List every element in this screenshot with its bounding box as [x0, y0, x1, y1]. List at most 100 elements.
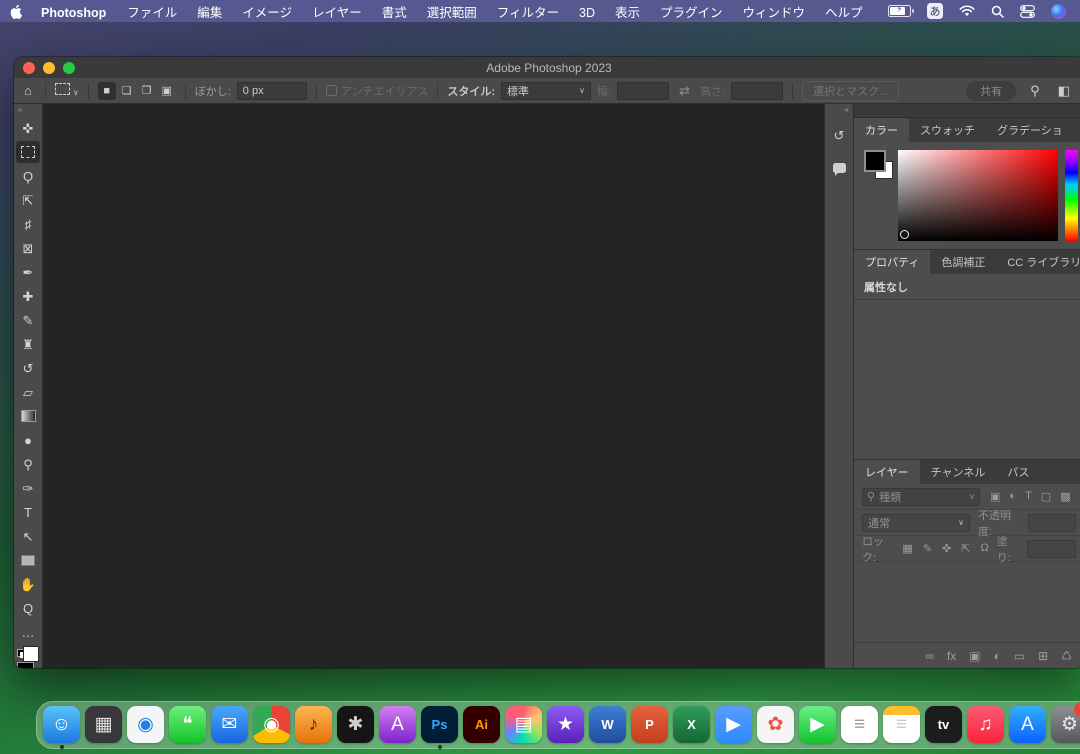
saturation-brightness-field[interactable] — [898, 150, 1058, 241]
menu-image[interactable]: イメージ — [232, 6, 302, 20]
healing-brush-tool[interactable]: ✚ — [16, 285, 40, 307]
input-source-icon[interactable]: あ — [927, 3, 943, 19]
dock-finder[interactable]: ☺ — [43, 706, 81, 744]
marquee-tool[interactable] — [16, 141, 40, 163]
color-panel-swatches[interactable] — [864, 150, 894, 180]
panels-collapse-icon[interactable]: « — [845, 104, 853, 116]
zoom-window-button[interactable] — [63, 62, 75, 74]
pen-tool[interactable]: ✑ — [16, 477, 40, 499]
siri-icon[interactable] — [1051, 4, 1066, 19]
lock-paint-icon[interactable]: ✎ — [923, 542, 932, 555]
tab-swatches[interactable]: スウォッチ — [909, 118, 986, 142]
frame-tool[interactable]: ⊠ — [16, 237, 40, 259]
minimize-window-button[interactable] — [43, 62, 55, 74]
zoom-tool[interactable]: Q — [16, 597, 40, 619]
lasso-tool[interactable]: Ϙ — [16, 165, 40, 187]
dodge-tool[interactable]: ⚲ — [16, 453, 40, 475]
lock-position-icon[interactable]: ✜ — [942, 542, 951, 555]
filter-shape-layers-icon[interactable]: ▢ — [1041, 490, 1051, 503]
hand-tool[interactable]: ✋ — [16, 573, 40, 595]
dock-excel[interactable]: X — [673, 706, 711, 744]
type-tool[interactable]: T — [16, 501, 40, 523]
comments-panel-icon[interactable] — [828, 156, 850, 180]
eraser-tool[interactable]: ▱ — [16, 381, 40, 403]
dock-launchpad[interactable]: ▦ — [85, 706, 123, 744]
layer-filter-search[interactable]: ⚲ 種類 ∨ — [862, 488, 980, 506]
new-group-icon[interactable]: ▭ — [1014, 649, 1025, 663]
battery-icon[interactable]: ⚡ — [888, 5, 911, 17]
dock-affinity-photo[interactable]: A — [379, 706, 417, 744]
tab-gradients[interactable]: グラデーショ — [986, 118, 1074, 142]
dock-word[interactable]: W — [589, 706, 627, 744]
dock-app-store[interactable]: A — [1009, 706, 1047, 744]
dock-notes[interactable]: ≡ — [883, 706, 921, 744]
dock-imovie[interactable]: ★ — [547, 706, 585, 744]
search-icon[interactable]: ⚲ — [1026, 83, 1044, 99]
menu-filter[interactable]: フィルター — [487, 6, 569, 20]
dock-mail[interactable]: ✉ — [211, 706, 249, 744]
dock-photos[interactable]: ✿ — [757, 706, 795, 744]
select-and-mask-button[interactable]: 選択とマスク... — [802, 81, 899, 101]
menu-3d[interactable]: 3D — [569, 6, 605, 20]
dock-illustrator[interactable]: Ai — [463, 706, 501, 744]
dock-photoshop[interactable]: Ps — [421, 706, 459, 744]
spotlight-search-icon[interactable] — [991, 5, 1004, 18]
tab-paths[interactable]: パス — [996, 460, 1040, 484]
lock-transparency-icon[interactable]: ▦ — [902, 542, 912, 555]
control-center-icon[interactable] — [1020, 5, 1035, 18]
blur-tool[interactable]: ● — [16, 429, 40, 451]
eyedropper-tool[interactable]: ✒ — [16, 261, 40, 283]
dock-logic-pro[interactable]: ✱ — [337, 706, 375, 744]
tab-cc-libraries[interactable]: CC ライブラリ — [996, 250, 1080, 274]
menu-plugins[interactable]: プラグイン — [650, 6, 733, 20]
width-input[interactable] — [617, 82, 669, 100]
path-selection-tool[interactable]: ↖ — [16, 525, 40, 547]
tab-layers[interactable]: レイヤー — [854, 460, 920, 484]
new-layer-icon[interactable]: ⊞ — [1038, 649, 1048, 663]
menu-edit[interactable]: 編集 — [187, 6, 232, 20]
apple-menu-icon[interactable] — [0, 4, 30, 19]
swap-dimensions-icon[interactable]: ⇄ — [675, 83, 694, 99]
object-selection-tool[interactable]: ⇱ — [16, 189, 40, 211]
brush-tool[interactable]: ✎ — [16, 309, 40, 331]
filter-smart-objects-icon[interactable]: ▩ — [1060, 490, 1070, 503]
link-layers-icon[interactable]: ∞ — [925, 649, 934, 663]
background-color-swatch[interactable] — [23, 646, 39, 662]
move-tool[interactable]: ✜ — [16, 117, 40, 139]
dock-reminders[interactable]: ≡ — [841, 706, 879, 744]
menu-type[interactable]: 書式 — [372, 6, 417, 20]
menu-view[interactable]: 表示 — [605, 6, 650, 20]
crop-tool[interactable]: ♯ — [16, 213, 40, 235]
dock-system-settings[interactable]: ⚙ 1 — [1051, 706, 1080, 744]
workspace-switcher-icon[interactable]: ◧ — [1054, 83, 1074, 99]
dock-apple-tv[interactable]: tv — [925, 706, 963, 744]
home-screen-button[interactable]: ⌂ — [20, 83, 36, 98]
tab-color[interactable]: カラー — [854, 118, 909, 142]
add-selection-mode[interactable]: ❏ — [118, 82, 136, 100]
layer-mask-icon[interactable]: ▣ — [969, 649, 980, 663]
layer-effects-icon[interactable]: fx — [947, 649, 956, 663]
hue-slider[interactable] — [1065, 150, 1078, 241]
fill-input[interactable] — [1027, 540, 1076, 558]
dock-music[interactable]: ♫ — [967, 706, 1005, 744]
opacity-input[interactable] — [1028, 514, 1076, 532]
history-brush-tool[interactable]: ↺ — [16, 357, 40, 379]
filter-adjustment-layers-icon[interactable]: ◐ — [1009, 490, 1016, 503]
lock-all-icon[interactable]: Ω — [980, 542, 988, 555]
foreground-color-swatch[interactable] — [17, 662, 34, 668]
close-window-button[interactable] — [23, 62, 35, 74]
edit-toolbar[interactable]: … — [16, 621, 40, 643]
foreground-color-swatch[interactable] — [864, 150, 886, 172]
intersect-selection-mode[interactable]: ▣ — [158, 82, 176, 100]
dock-garageband[interactable]: ♪ — [295, 706, 333, 744]
dock-zoom[interactable]: ▶ — [715, 706, 753, 744]
menu-photoshop[interactable]: Photoshop — [30, 6, 117, 20]
dock-final-cut-pro[interactable]: ▤ — [505, 706, 543, 744]
height-input[interactable] — [731, 82, 783, 100]
blend-mode-select[interactable]: 通常 ∨ — [862, 514, 970, 532]
gradient-tool[interactable] — [16, 405, 40, 427]
menu-window[interactable]: ウィンドウ — [733, 6, 816, 20]
tab-channels[interactable]: チャンネル — [920, 460, 997, 484]
shape-tool[interactable] — [16, 549, 40, 571]
dock-powerpoint[interactable]: P — [631, 706, 669, 744]
